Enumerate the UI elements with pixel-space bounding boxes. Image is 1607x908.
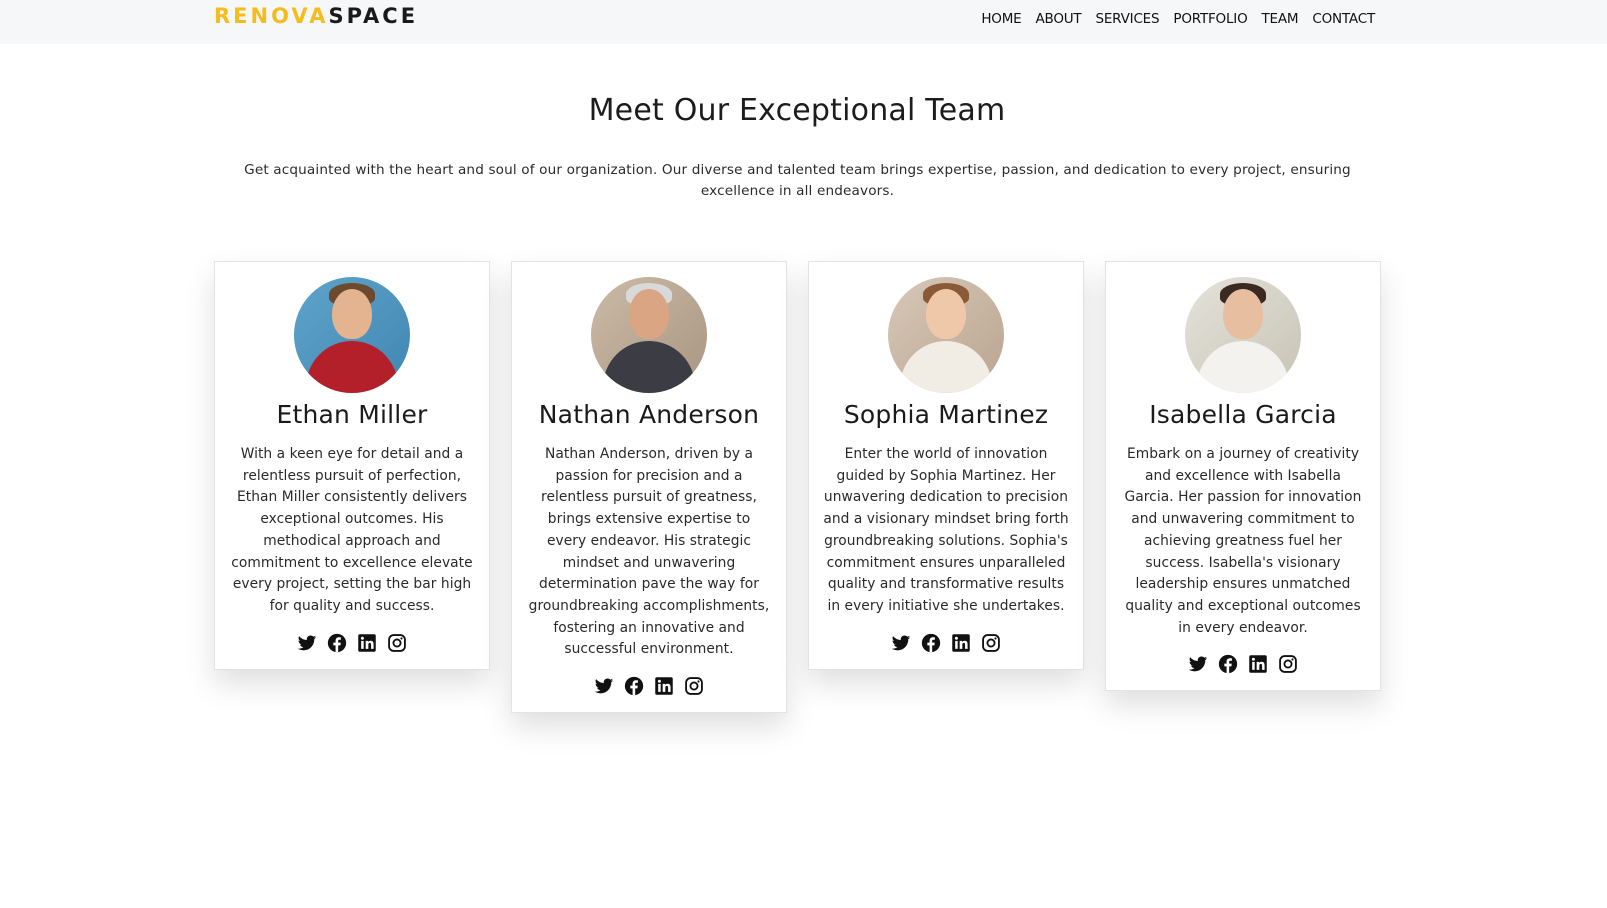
member-name: Isabella Garcia (1149, 400, 1337, 429)
twitter-icon[interactable] (594, 676, 614, 696)
member-bio: With a keen eye for detail and a relentl… (231, 446, 473, 614)
facebook-icon[interactable] (1218, 654, 1238, 674)
avatar (591, 277, 707, 393)
linkedin-icon[interactable] (951, 633, 971, 653)
avatar (294, 277, 410, 393)
member-name: Ethan Miller (276, 400, 428, 429)
social-links (823, 633, 1069, 653)
instagram-icon[interactable] (684, 676, 704, 696)
team-card: Isabella Garcia Embark on a journey of c… (1105, 261, 1381, 692)
linkedin-icon[interactable] (357, 633, 377, 653)
avatar (1185, 277, 1301, 393)
twitter-icon[interactable] (1188, 654, 1208, 674)
nav-link-about[interactable]: ABOUT (1035, 11, 1081, 27)
member-bio: Embark on a journey of creativity and ex… (1124, 446, 1362, 636)
instagram-icon[interactable] (1278, 654, 1298, 674)
brand-logo-part1: RENOVA (214, 4, 329, 28)
twitter-icon[interactable] (891, 633, 911, 653)
twitter-icon[interactable] (297, 633, 317, 653)
nav-link-portfolio[interactable]: PORTFOLIO (1173, 11, 1247, 27)
brand-logo[interactable]: RENOVASPACE (214, 4, 418, 28)
linkedin-icon[interactable] (654, 676, 674, 696)
section-title: Meet Our Exceptional Team (588, 93, 1006, 128)
nav-link-services[interactable]: SERVICES (1095, 11, 1159, 27)
nav-link-home[interactable]: HOME (981, 11, 1021, 27)
member-name: Nathan Anderson (538, 400, 760, 429)
navbar: RENOVASPACE HOME ABOUT SERVICES PORTFOLI… (0, 0, 1607, 44)
main-nav: HOME ABOUT SERVICES PORTFOLIO TEAM CONTA… (981, 8, 1375, 28)
nav-item-portfolio: PORTFOLIO (1173, 8, 1247, 28)
social-links (229, 633, 475, 653)
avatar (888, 277, 1004, 393)
team-card: Ethan Miller With a keen eye for detail … (214, 261, 490, 670)
member-name: Sophia Martinez (843, 400, 1049, 429)
nav-link-contact[interactable]: CONTACT (1312, 11, 1375, 27)
section-subtitle: Get acquainted with the heart and soul o… (244, 162, 1351, 199)
linkedin-icon[interactable] (1248, 654, 1268, 674)
brand-logo-part2: SPACE (328, 4, 419, 28)
nav-item-services: SERVICES (1095, 8, 1159, 28)
team-card: Nathan Anderson Nathan Anderson, driven … (511, 261, 787, 714)
nav-link-team[interactable]: TEAM (1262, 11, 1299, 27)
member-bio: Nathan Anderson, driven by a passion for… (528, 446, 770, 658)
social-links (1120, 654, 1366, 674)
team-card: Sophia Martinez Enter the world of innov… (808, 261, 1084, 670)
nav-item-team: TEAM (1262, 8, 1299, 28)
nav-item-about: ABOUT (1035, 8, 1081, 28)
facebook-icon[interactable] (327, 633, 347, 653)
nav-item-contact: CONTACT (1312, 8, 1375, 28)
social-links (526, 676, 772, 696)
nav-item-home: HOME (981, 8, 1021, 28)
facebook-icon[interactable] (624, 676, 644, 696)
instagram-icon[interactable] (981, 633, 1001, 653)
facebook-icon[interactable] (921, 633, 941, 653)
member-bio: Enter the world of innovation guided by … (823, 446, 1069, 614)
instagram-icon[interactable] (387, 633, 407, 653)
